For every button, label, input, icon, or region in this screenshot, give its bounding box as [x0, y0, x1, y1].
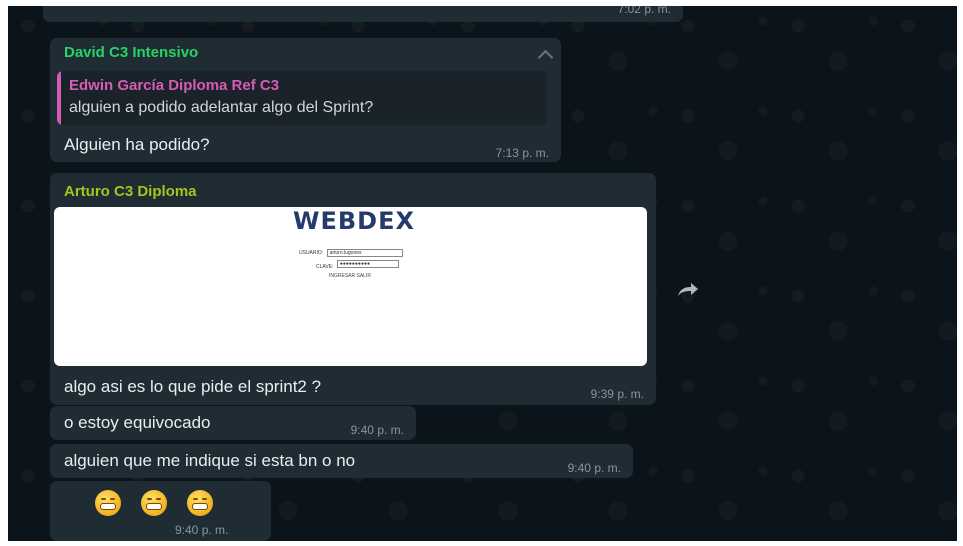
image-attachment[interactable]: WEBDEX USUARIO: arturo.lugones CLAVE: ●●…	[54, 207, 647, 366]
forward-arrow-icon[interactable]	[670, 274, 704, 308]
sender-name[interactable]: Arturo C3 Diploma	[64, 183, 197, 200]
login-row-pass: CLAVE: ●●●●●●●●●●	[316, 260, 399, 270]
emoji-mouth	[100, 503, 116, 510]
message-time: 7:02 p. m.	[617, 6, 671, 16]
message-time: 9:40 p. m.	[175, 523, 229, 537]
field-label: USUARIO:	[299, 250, 324, 256]
message-bubble-arturo[interactable]: Arturo C3 Diploma WEBDEX USUARIO: arturo…	[50, 173, 656, 405]
emoji-eye	[101, 498, 106, 500]
message-time: 9:40 p. m.	[350, 423, 404, 437]
quote-text: alguien a podido adelantar algo del Spri…	[69, 99, 374, 116]
emoji-mouth	[192, 503, 208, 510]
message-time: 9:40 p. m.	[567, 461, 621, 475]
message-text: Alguien ha podido?	[64, 135, 210, 154]
chevron-down-icon[interactable]	[537, 49, 554, 66]
message-text: alguien que me indique si esta bn o no	[64, 451, 356, 470]
field-label: CLAVE:	[316, 264, 334, 270]
field-input: arturo.lugones	[326, 249, 403, 257]
webdex-logo: WEBDEX	[293, 207, 415, 235]
field-input: ●●●●●●●●●●	[336, 260, 399, 268]
emoji-eye	[147, 498, 152, 500]
message-time: 7:13 p. m.	[495, 146, 549, 160]
message-bubble-top[interactable]: — — — — — — 7:02 p. m.	[43, 6, 683, 22]
message-bubble[interactable]: alguien que me indique si esta bn o no 9…	[50, 444, 633, 478]
emoji-eye	[156, 498, 161, 500]
chat-panel: — — — — — — 7:02 p. m. David C3 Intensiv…	[8, 6, 957, 541]
grimacing-face-emoji	[141, 490, 167, 516]
quote-author: Edwin García Diploma Ref C3	[69, 77, 280, 94]
quote-accent-bar	[57, 71, 61, 125]
grimacing-face-emoji	[187, 490, 213, 516]
quoted-message[interactable]: Edwin García Diploma Ref C3 alguien a po…	[57, 71, 547, 125]
emoji-eye	[202, 498, 207, 500]
sender-name[interactable]: David C3 Intensivo	[64, 44, 198, 61]
emoji-mouth	[146, 503, 162, 510]
grimacing-face-emoji	[95, 490, 121, 516]
login-row-user: USUARIO: arturo.lugones	[299, 249, 403, 257]
emoji-eye	[193, 498, 198, 500]
message-text-cut: — — — — — —	[57, 6, 426, 14]
message-text: o estoy equivocado	[64, 413, 211, 432]
message-bubble-david[interactable]: David C3 Intensivo Edwin García Diploma …	[50, 38, 561, 162]
login-buttons: INGRESAR SALIR	[329, 273, 371, 279]
message-text: algo asi es lo que pide el sprint2 ?	[64, 377, 322, 396]
message-bubble-emoji[interactable]: 9:40 p. m.	[50, 481, 271, 541]
message-bubble[interactable]: o estoy equivocado 9:40 p. m.	[50, 406, 416, 440]
message-time: 9:39 p. m.	[590, 387, 644, 401]
emoji-eye	[110, 498, 115, 500]
